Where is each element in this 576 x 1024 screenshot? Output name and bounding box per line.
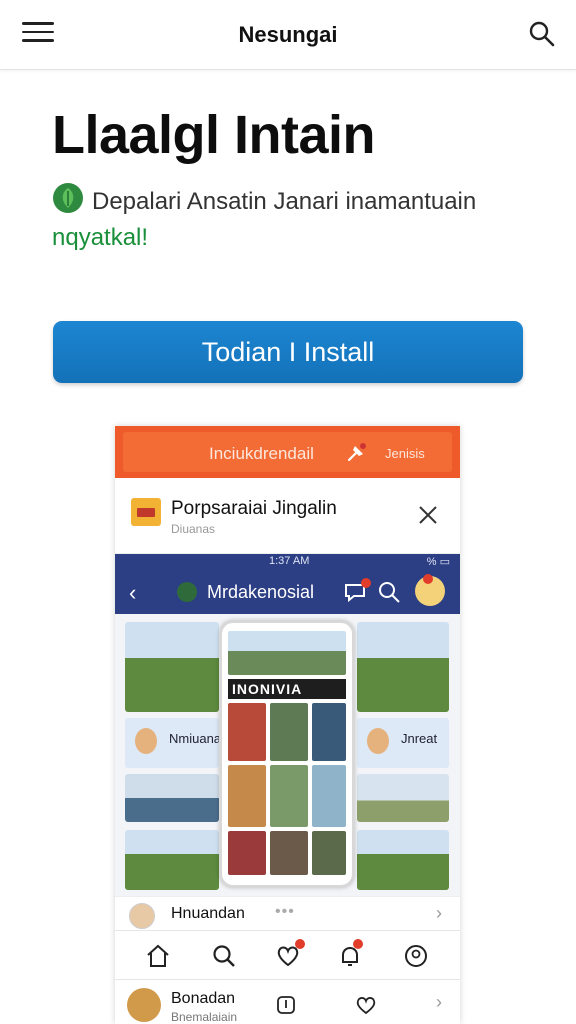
phone-photo bbox=[228, 765, 266, 827]
list-item[interactable]: Bonadan Bnemalaiain › bbox=[115, 980, 460, 1024]
home-icon[interactable] bbox=[145, 943, 171, 969]
app-preview-mockup: Inciukdrendail Jenisis Porpsaraiai Jinga… bbox=[115, 426, 460, 1024]
card-label: Nmiuana bbox=[169, 731, 219, 746]
list-item-subtitle: Bnemalaiain bbox=[171, 1010, 238, 1024]
photo-tile[interactable] bbox=[357, 830, 449, 890]
chevron-right-icon[interactable]: › bbox=[436, 992, 442, 1013]
photo-tile[interactable] bbox=[357, 622, 449, 712]
install-button[interactable]: Todian I Install bbox=[53, 321, 523, 383]
status-time: 1:37 AM bbox=[269, 555, 310, 567]
notification-badge bbox=[353, 939, 363, 949]
heart-badge bbox=[295, 939, 305, 949]
phone-preview: INONIVIA bbox=[219, 620, 355, 888]
photo-tile[interactable] bbox=[357, 774, 449, 822]
phone-photo bbox=[270, 765, 308, 827]
heart-icon[interactable] bbox=[355, 994, 377, 1016]
more-options-icon[interactable]: ••• bbox=[275, 903, 295, 921]
hero-subtitle: Depalari Ansatin Janari inamantuain nqya… bbox=[52, 184, 522, 256]
banner-left-text: Inciukdrendail bbox=[209, 444, 314, 463]
search-icon[interactable] bbox=[211, 943, 237, 969]
pin-icon[interactable] bbox=[343, 440, 369, 466]
phone-photo bbox=[270, 703, 308, 761]
mockup-top-banner: Inciukdrendail Jenisis bbox=[115, 426, 460, 478]
phone-photo bbox=[312, 765, 346, 827]
page-title: Llaalgl Intain bbox=[52, 105, 376, 165]
notification-title: Porpsaraiai Jingalin bbox=[171, 498, 337, 519]
photo-tile[interactable] bbox=[125, 622, 219, 712]
profile-badge bbox=[423, 574, 433, 584]
hero-subtitle-continuation: nqyatkal! bbox=[12, 220, 148, 256]
photo-tile[interactable] bbox=[125, 830, 219, 890]
phone-photo bbox=[270, 831, 308, 875]
hero-subtitle-text: Depalari Ansatin Janari inamantuain bbox=[92, 188, 477, 215]
search-icon[interactable] bbox=[377, 580, 401, 604]
photo-tile[interactable] bbox=[125, 774, 219, 822]
profile-card-left[interactable]: Nmiuana bbox=[125, 718, 219, 768]
profile-icon[interactable] bbox=[403, 943, 429, 969]
avatar bbox=[129, 903, 155, 929]
list-item-name: Bonadan bbox=[171, 990, 236, 1007]
hero-subtitle-accent: nqyatkal! bbox=[52, 224, 149, 251]
phone-photo bbox=[228, 703, 266, 761]
profile-card-right[interactable]: Jnreat bbox=[357, 718, 449, 768]
phone-header-label: INONIVIA bbox=[228, 679, 346, 699]
avatar bbox=[127, 988, 161, 1022]
app-name: Mrdakenosial bbox=[207, 582, 315, 602]
app-logo bbox=[177, 582, 197, 602]
chat-badge bbox=[361, 578, 371, 588]
back-arrow-icon[interactable]: ‹ bbox=[129, 580, 136, 606]
chevron-right-icon[interactable]: › bbox=[436, 903, 442, 924]
phone-photo bbox=[228, 631, 346, 675]
notification-card[interactable]: Porpsaraiai Jingalin Diuanas bbox=[115, 478, 460, 554]
top-header: Nesungai bbox=[0, 0, 576, 70]
banner-right-text: Jenisis bbox=[385, 446, 425, 461]
notification-subtitle: Diuanas bbox=[171, 522, 216, 536]
avatar bbox=[367, 728, 389, 754]
bottom-tab-bar bbox=[115, 930, 460, 980]
notification-app-icon bbox=[131, 498, 161, 526]
share-icon[interactable] bbox=[275, 994, 297, 1016]
phone-photo bbox=[312, 831, 346, 875]
search-icon[interactable] bbox=[528, 20, 556, 48]
list-item[interactable]: Hnuandan ••• › bbox=[115, 896, 460, 930]
phone-photo bbox=[228, 831, 266, 875]
app-bar: ‹ Mrdakenosial bbox=[115, 570, 460, 614]
list-item-name: Hnuandan bbox=[171, 905, 245, 922]
phone-photo bbox=[312, 703, 346, 761]
status-bar: 1:37 AM % ▭ bbox=[115, 554, 460, 570]
card-label: Jnreat bbox=[401, 731, 438, 746]
battery-indicator: % ▭ bbox=[426, 556, 450, 568]
close-icon[interactable] bbox=[415, 502, 441, 528]
brand-title: Nesungai bbox=[238, 22, 338, 47]
avatar bbox=[135, 728, 157, 754]
